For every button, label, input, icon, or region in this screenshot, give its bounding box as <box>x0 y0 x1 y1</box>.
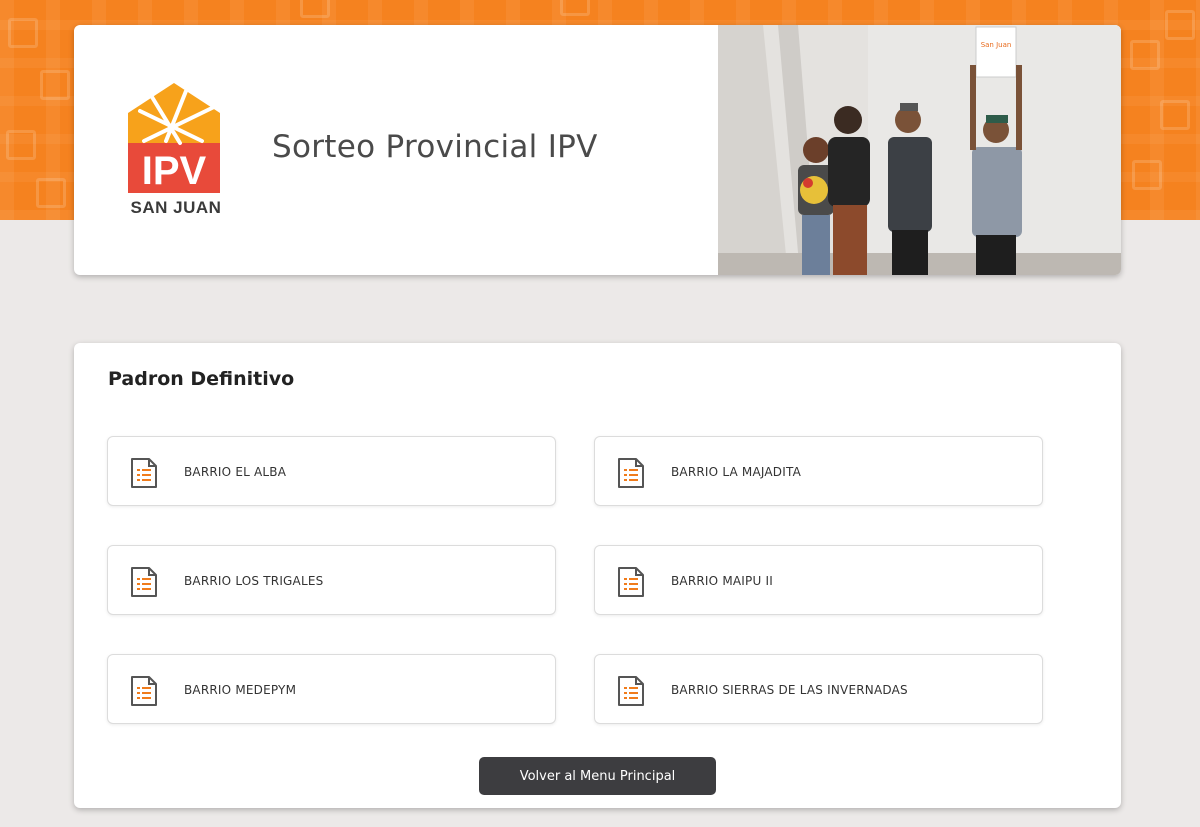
padron-card: Padron Definitivo BARRIO EL ALBA BARRIO … <box>74 343 1121 808</box>
document-list-icon <box>131 676 157 706</box>
document-list-icon <box>618 458 644 488</box>
barrio-item-label: BARRIO MAIPU II <box>671 574 773 588</box>
barrio-item-label: BARRIO LA MAJADITA <box>671 465 801 479</box>
logo-letters: IPV <box>142 149 207 193</box>
header-card: IPV SAN JUAN Sorteo Provincial IPV San J… <box>74 25 1121 275</box>
barrio-item-label: BARRIO MEDEPYM <box>184 683 297 697</box>
document-list-icon <box>618 676 644 706</box>
barrio-item-label: BARRIO SIERRAS DE LAS INVERNADAS <box>671 683 908 697</box>
photo-sign-text: San Juan <box>981 41 1012 49</box>
barrio-item-la-majadita[interactable]: BARRIO LA MAJADITA <box>594 436 1043 506</box>
barrio-item-label: BARRIO EL ALBA <box>184 465 287 479</box>
barrio-item-sierras-de-las-invernadas[interactable]: BARRIO SIERRAS DE LAS INVERNADAS <box>594 654 1043 724</box>
section-title: Padron Definitivo <box>108 368 295 390</box>
barrio-item-los-trigales[interactable]: BARRIO LOS TRIGALES <box>107 545 556 615</box>
back-to-main-menu-button[interactable]: Volver al Menu Principal <box>479 757 716 795</box>
logo-subtitle: SAN JUAN <box>130 198 222 217</box>
page-title: Sorteo Provincial IPV <box>272 129 598 165</box>
document-list-icon <box>131 567 157 597</box>
document-list-icon <box>618 567 644 597</box>
header-photo: San Juan <box>718 25 1121 275</box>
barrio-item-maipu-ii[interactable]: BARRIO MAIPU II <box>594 545 1043 615</box>
family-photo-illustration: San Juan <box>718 25 1121 275</box>
barrio-item-el-alba[interactable]: BARRIO EL ALBA <box>107 436 556 506</box>
barrio-item-label: BARRIO LOS TRIGALES <box>184 574 324 588</box>
document-list-icon <box>131 458 157 488</box>
barrio-item-medepym[interactable]: BARRIO MEDEPYM <box>107 654 556 724</box>
